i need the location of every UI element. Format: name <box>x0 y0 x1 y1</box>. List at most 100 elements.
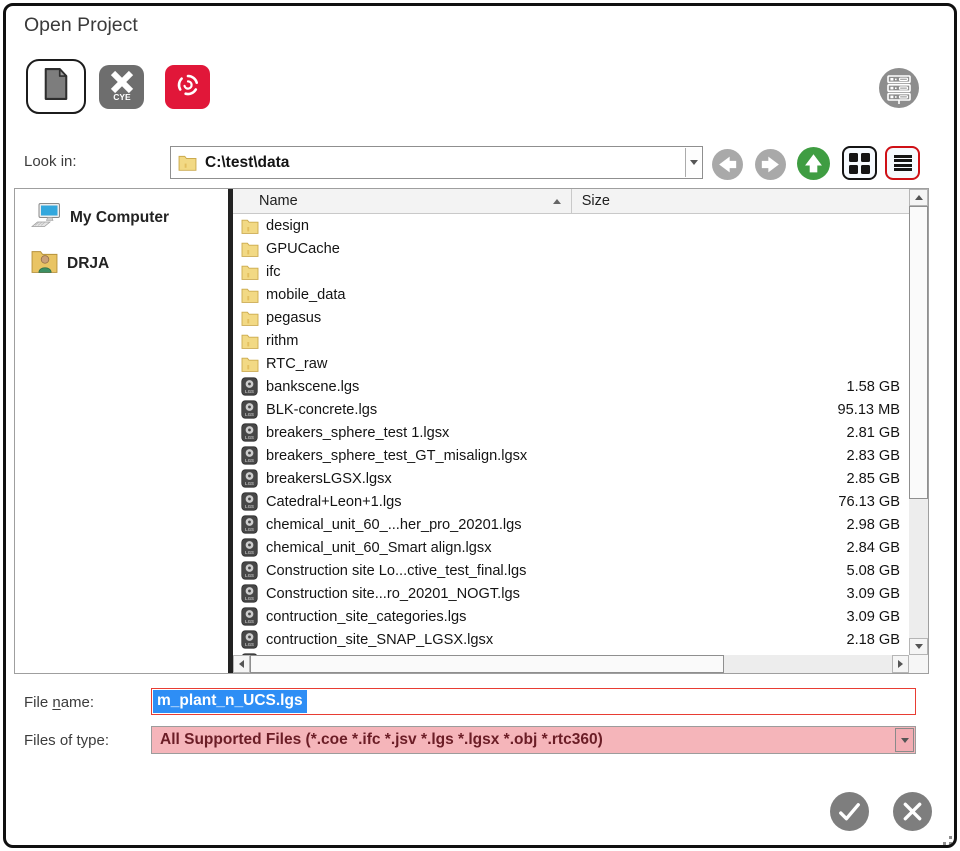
table-row[interactable]: LGS Construction site...ro_20201_NOGT.lg… <box>233 582 909 605</box>
table-row[interactable]: LGS contruction_site_SNAP_LGSX.lgsx 2.18… <box>233 628 909 651</box>
svg-text:LGS: LGS <box>245 412 254 417</box>
folder-icon <box>241 354 261 374</box>
document-icon <box>42 67 70 106</box>
lgs-file-icon: LGS <box>241 515 261 535</box>
file-name: RTC_raw <box>266 356 900 372</box>
table-row[interactable]: LGS chemical_unit_60_...her_pro_20201.lg… <box>233 513 909 536</box>
file-browser: My Computer DRJA Name Size <box>14 188 929 674</box>
table-row[interactable]: LGS RTC_raw <box>233 352 909 375</box>
cancel-button[interactable] <box>893 792 932 831</box>
file-name: GPUCache <box>266 241 900 257</box>
cyclone-swirl-icon <box>171 68 205 107</box>
file-name-label: File name: <box>24 694 94 711</box>
folder-icon <box>241 239 261 259</box>
lgs-file-icon: LGS <box>241 538 261 558</box>
sidebar-item-label: DRJA <box>67 255 109 273</box>
grid-view-icon <box>849 153 870 174</box>
new-document-button[interactable] <box>26 59 86 114</box>
user-folder-icon <box>31 248 58 279</box>
table-row[interactable]: LGS ifc <box>233 260 909 283</box>
lgs-file-icon: LGS <box>241 561 261 581</box>
file-name: chemical_unit_60_Smart align.lgsx <box>266 540 846 556</box>
table-row[interactable]: LGS chemical_unit_60_Smart align.lgsx 2.… <box>233 536 909 559</box>
scroll-up-button[interactable] <box>909 189 928 206</box>
file-name: design <box>266 218 900 234</box>
file-name: contruction_site_SNAP_LGSX.lgsx <box>266 632 846 648</box>
cyclone-project-button[interactable] <box>165 65 210 109</box>
table-row[interactable]: LGS design <box>233 214 909 237</box>
column-header-size[interactable]: Size <box>582 193 610 209</box>
folder-icon <box>241 308 261 328</box>
table-row[interactable]: LGS breakers_sphere_test_GT_misalign.lgs… <box>233 444 909 467</box>
table-row[interactable]: LGS rithm <box>233 329 909 352</box>
sidebar-item-my-computer[interactable]: My Computer <box>15 195 228 241</box>
table-row[interactable]: LGS BLK-concrete.lgs 95.13 MB <box>233 398 909 421</box>
forward-button[interactable] <box>755 149 786 180</box>
back-button[interactable] <box>712 149 743 180</box>
server-browse-button[interactable] <box>877 66 921 110</box>
file-name-input[interactable]: m_plant_n_UCS.lgs <box>151 688 916 715</box>
table-row[interactable]: LGS contruction_site_categories.lgs 3.09… <box>233 605 909 628</box>
resize-grip[interactable] <box>938 831 952 845</box>
svg-text:CYE: CYE <box>113 92 131 102</box>
list-view-button[interactable] <box>885 146 920 180</box>
horizontal-scrollbar-thumb[interactable] <box>250 655 724 673</box>
lgs-file-icon: LGS <box>241 492 261 512</box>
file-name: bankscene.lgs <box>266 379 846 395</box>
file-size: 2.85 GB <box>846 471 909 487</box>
look-in-dropdown-arrow[interactable] <box>685 148 701 177</box>
lgs-file-icon: LGS <box>241 423 261 443</box>
up-button[interactable] <box>797 147 830 180</box>
lgs-file-icon: LGS <box>241 446 261 466</box>
file-name: mobile_data <box>266 287 900 303</box>
table-row[interactable]: LGS breakers_sphere_test 1.lgsx 2.81 GB <box>233 421 909 444</box>
lgs-file-icon: LGS <box>241 584 261 604</box>
look-in-path: C:\test\data <box>205 154 289 172</box>
vertical-scrollbar[interactable] <box>909 189 928 655</box>
lgs-file-icon: LGS <box>241 400 261 420</box>
table-row[interactable]: LGS Construction site Lo...ctive_test_fi… <box>233 559 909 582</box>
selected-text: m_plant_n_UCS.lgs <box>153 690 307 713</box>
folder-icon <box>241 262 261 282</box>
back-arrow-icon <box>712 149 743 180</box>
look-in-combobox[interactable]: C:\test\data <box>170 146 703 179</box>
svg-text:LGS: LGS <box>245 527 254 532</box>
files-of-type-dropdown-arrow[interactable] <box>895 728 914 752</box>
files-of-type-label: Files of type: <box>24 732 109 749</box>
horizontal-scrollbar[interactable] <box>233 655 909 673</box>
table-row[interactable]: LGS pegasus <box>233 306 909 329</box>
file-size: 3.09 GB <box>846 586 909 602</box>
file-name: BLK-concrete.lgs <box>266 402 838 418</box>
sidebar-item-drja[interactable]: DRJA <box>15 241 228 286</box>
file-name: rithm <box>266 333 900 349</box>
file-list-rows: LGS design LGS GPUCache <box>233 214 909 655</box>
file-name: contruction_site_categories.lgs <box>266 609 846 625</box>
table-row[interactable]: LGS Catedral+Leon+1.lgs 76.13 GB <box>233 490 909 513</box>
file-size: 76.13 GB <box>838 494 909 510</box>
file-size: 2.84 GB <box>846 540 909 556</box>
folder-icon <box>241 331 261 351</box>
ok-button[interactable] <box>830 792 869 831</box>
grid-view-button[interactable] <box>842 146 877 180</box>
cye-project-button[interactable]: CYE <box>99 65 144 109</box>
vertical-scrollbar-thumb[interactable] <box>909 206 928 499</box>
file-name: pegasus <box>266 310 900 326</box>
file-size: 2.18 GB <box>846 632 909 648</box>
table-row[interactable]: LGS bankscene.lgs 1.58 GB <box>233 375 909 398</box>
scroll-left-button[interactable] <box>233 655 250 673</box>
file-size: 2.98 GB <box>846 517 909 533</box>
table-row[interactable]: LGS breakersLGSX.lgsx 2.85 GB <box>233 467 909 490</box>
file-name: breakersLGSX.lgsx <box>266 471 846 487</box>
files-of-type-dropdown[interactable]: All Supported Files (*.coe *.ifc *.jsv *… <box>151 726 916 754</box>
files-of-type-value: All Supported Files (*.coe *.ifc *.jsv *… <box>160 731 603 749</box>
up-arrow-icon <box>797 147 830 180</box>
scroll-right-button[interactable] <box>892 655 909 673</box>
file-name: breakers_sphere_test 1.lgsx <box>266 425 846 441</box>
table-row[interactable]: LGS mobile_data <box>233 283 909 306</box>
scroll-down-button[interactable] <box>909 638 928 655</box>
file-name: Catedral+Leon+1.lgs <box>266 494 838 510</box>
column-header-name[interactable]: Name <box>259 193 298 209</box>
table-row[interactable]: LGS GPUCache <box>233 237 909 260</box>
lgs-file-icon: LGS <box>241 377 261 397</box>
list-header: Name Size <box>233 189 909 214</box>
